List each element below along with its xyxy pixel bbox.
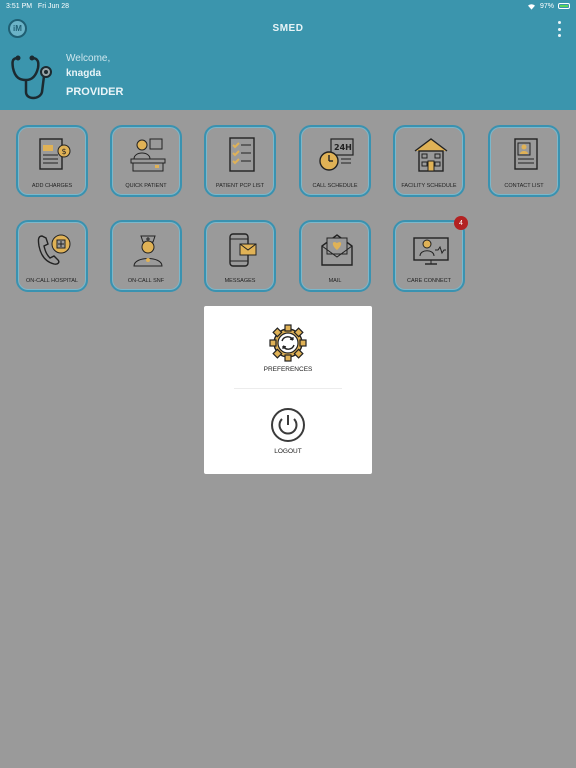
facility-building-icon (414, 138, 448, 172)
tile-care-connect[interactable]: CARE CONNECT 4 (393, 216, 468, 292)
battery-percent: 97% (539, 2, 554, 10)
tile-on-call-snf[interactable]: ON-CALL SNF (110, 220, 182, 292)
tile-messages[interactable]: MESSAGES (204, 220, 276, 292)
mobile-message-icon (229, 233, 257, 267)
tile-label: ON-CALL HOSPITAL (26, 278, 78, 284)
settings-popup: PREFERENCES LOGOUT (204, 306, 372, 474)
tile-label: ADD CHARGES (31, 183, 73, 189)
status-bar: 3:51 PM Fri Jun 28 97% (0, 0, 576, 12)
tile-facility-schedule[interactable]: FACILITY SCHEDULE (393, 125, 465, 197)
user-role: PROVIDER (66, 86, 124, 98)
tile-quick-patient[interactable]: QUICK PATIENT (110, 125, 182, 197)
phone-hospital-icon (37, 234, 71, 265)
mail-heart-icon (321, 234, 353, 266)
tile-contact-list[interactable]: CONTACT LIST (488, 125, 560, 197)
welcome-header: Welcome, knagda PROVIDER (0, 44, 576, 110)
tile-call-schedule[interactable]: 24H CALL SCHEDULE (299, 125, 371, 197)
logout-label: LOGOUT (274, 448, 302, 455)
preferences-button[interactable]: PREFERENCES (204, 324, 372, 373)
more-options-icon[interactable] (556, 21, 562, 37)
stethoscope-icon (11, 55, 52, 100)
tile-add-charges[interactable]: $ ADD CHARGES (16, 125, 88, 197)
username: knagda (66, 68, 102, 79)
status-date: Fri Jun 28 (37, 2, 70, 10)
checklist-icon (229, 137, 255, 172)
app-title: SMED (272, 22, 304, 34)
battery-icon (558, 3, 570, 9)
notification-badge: 4 (454, 216, 468, 230)
tile-label: ON-CALL SNF (127, 278, 165, 284)
tile-label: PATIENT PCP LIST (215, 183, 265, 189)
tile-label: CARE CONNECT (406, 278, 451, 284)
popup-divider (234, 388, 342, 389)
nurse-icon (133, 235, 163, 267)
svg-text:24H: 24H (334, 143, 352, 152)
wifi-icon (527, 3, 535, 10)
preferences-label: PREFERENCES (263, 366, 313, 373)
svg-text:$: $ (62, 147, 67, 156)
contact-card-icon (514, 138, 538, 170)
tile-label: MAIL (328, 278, 342, 284)
status-time: 3:51 PM (6, 2, 33, 10)
tile-label: FACILITY SCHEDULE (401, 183, 457, 189)
app-logo-icon[interactable]: iM (8, 19, 27, 38)
tile-label: MESSAGES (224, 278, 256, 284)
welcome-text: Welcome, (66, 53, 111, 64)
tile-mail[interactable]: MAIL (299, 220, 371, 292)
24h-clock-icon: 24H (319, 138, 354, 171)
doctor-desk-icon (130, 138, 166, 172)
power-icon (271, 408, 305, 442)
logout-button[interactable]: LOGOUT (204, 406, 372, 455)
tile-label: QUICK PATIENT (125, 183, 167, 189)
nav-bar: iM SMED (0, 12, 576, 44)
tile-on-call-hospital[interactable]: ON-CALL HOSPITAL (16, 220, 88, 292)
tile-patient-pcp-list[interactable]: PATIENT PCP LIST (204, 125, 276, 197)
tile-label: CONTACT LIST (504, 183, 544, 189)
tile-label: CALL SCHEDULE (312, 183, 358, 189)
invoice-icon: $ (39, 138, 71, 170)
gear-icon (269, 324, 307, 362)
doctor-monitor-icon (413, 237, 449, 265)
